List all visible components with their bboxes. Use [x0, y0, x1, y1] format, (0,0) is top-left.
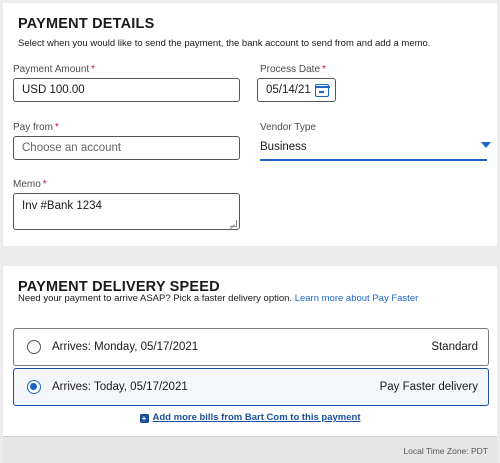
- vendor-type-value: Business: [260, 141, 307, 153]
- delivery-speed-description: Need your payment to arrive ASAP? Pick a…: [18, 293, 419, 304]
- pay-from-field[interactable]: Choose an account: [13, 136, 240, 160]
- delivery-option-pay-faster[interactable]: Arrives: Today, 05/17/2021 Pay Faster de…: [13, 368, 489, 406]
- footer-bar: Local Time Zone: PDT: [3, 436, 497, 463]
- option-arrival-date: Arrives: Monday, 05/17/2021: [52, 341, 199, 353]
- calendar-icon[interactable]: [314, 84, 330, 97]
- timezone-label: Local Time Zone: PDT: [403, 446, 488, 456]
- radio-button[interactable]: [27, 340, 41, 354]
- option-arrival-date: Arrives: Today, 05/17/2021: [52, 381, 188, 393]
- vendor-type-label: Vendor Type: [260, 122, 316, 133]
- memo-textarea[interactable]: Inv #Bank 1234: [13, 193, 240, 230]
- process-date-field[interactable]: 05/14/21: [257, 78, 336, 102]
- payment-details-section: PAYMENT DETAILS Select when you would li…: [3, 3, 497, 246]
- option-type-label: Standard: [431, 341, 478, 353]
- delivery-speed-section: PAYMENT DELIVERY SPEED Need your payment…: [3, 266, 497, 463]
- vendor-type-select[interactable]: Business: [260, 136, 491, 161]
- plus-square-icon: +: [139, 414, 149, 423]
- payment-amount-field[interactable]: USD 100.00: [13, 78, 240, 102]
- chevron-down-icon[interactable]: [481, 142, 491, 148]
- memo-label: Memo *: [13, 179, 47, 190]
- delivery-option-standard[interactable]: Arrives: Monday, 05/17/2021 Standard: [13, 328, 489, 366]
- learn-more-link[interactable]: Learn more about Pay Faster: [295, 293, 419, 304]
- payment-details-title: PAYMENT DETAILS: [18, 16, 155, 32]
- pay-from-label: Pay from *: [13, 122, 59, 133]
- resize-handle-icon[interactable]: [230, 220, 237, 227]
- option-type-label: Pay Faster delivery: [379, 381, 478, 393]
- payment-details-description: Select when you would like to send the p…: [18, 38, 431, 49]
- select-underline: [260, 159, 487, 161]
- add-more-bills-link[interactable]: + Add more bills from Bart Com to this pa…: [0, 412, 500, 423]
- payment-amount-label: Payment Amount *: [13, 64, 96, 75]
- process-date-label: Process Date *: [260, 64, 326, 75]
- radio-button-selected[interactable]: [27, 380, 41, 394]
